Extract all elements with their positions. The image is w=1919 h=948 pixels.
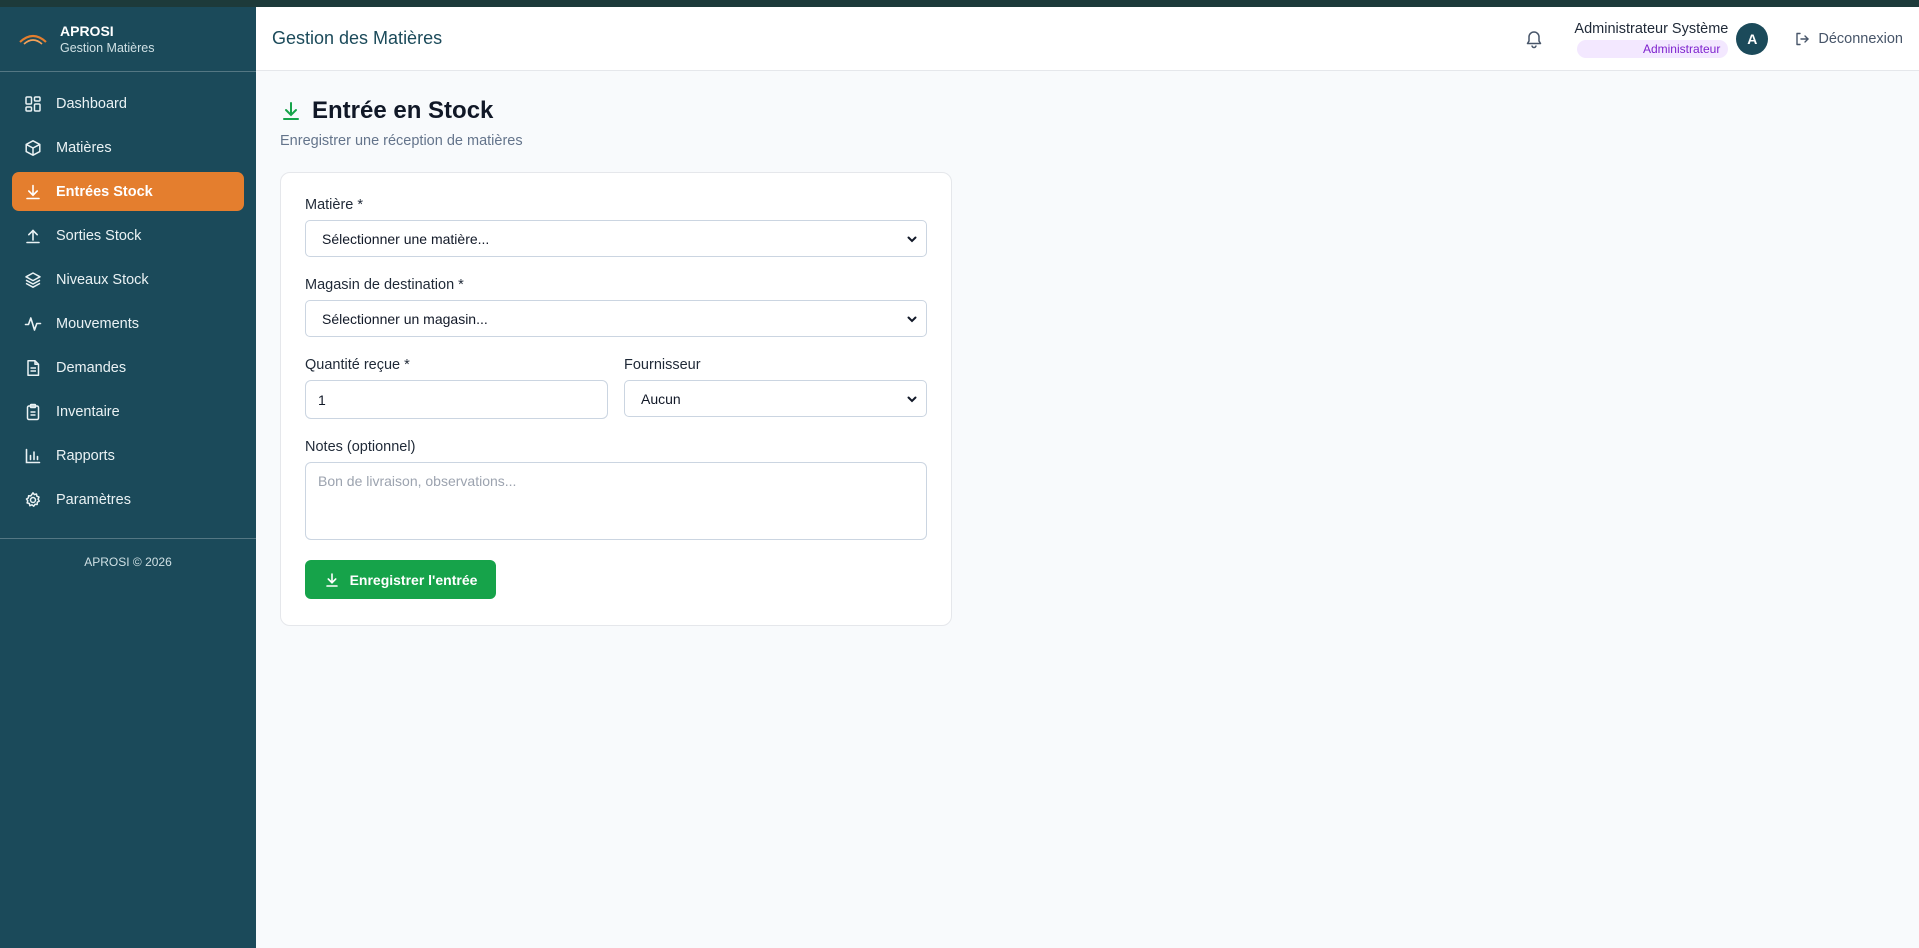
store-select-value: Sélectionner un magasin... bbox=[322, 310, 488, 327]
sidebar-item-inventaire[interactable]: Inventaire bbox=[12, 392, 244, 431]
download-icon bbox=[26, 184, 40, 199]
sidebar-item-rapports[interactable]: Rapports bbox=[12, 436, 244, 475]
box-icon bbox=[25, 139, 41, 156]
supplier-label: Fournisseur bbox=[624, 357, 701, 373]
logout-button[interactable]: Déconnexion bbox=[1794, 31, 1903, 47]
quantity-label: Quantité reçue * bbox=[305, 357, 410, 373]
sidebar-item-sorties-stock[interactable]: Sorties Stock bbox=[12, 216, 244, 255]
user-info: Administrateur Système Administrateur bbox=[1574, 20, 1729, 58]
store-label: Magasin de destination * bbox=[305, 277, 464, 293]
chevron-down-icon bbox=[907, 396, 917, 402]
grid-icon bbox=[25, 95, 41, 112]
brand-name: APROSI bbox=[60, 23, 114, 39]
sidebar-nav: Dashboard Matières Entrées Stock Sorties… bbox=[0, 72, 256, 519]
material-select-value: Sélectionner une matière... bbox=[322, 230, 490, 247]
quantity-supplier-row: Quantité reçue * 1 Fournisseur Aucun bbox=[305, 357, 927, 439]
page-heading: Entrée en Stock bbox=[280, 97, 1895, 125]
layers-icon bbox=[25, 271, 41, 288]
role-badge: Administrateur bbox=[1576, 39, 1729, 58]
chevron-down-icon bbox=[907, 316, 917, 322]
sidebar-item-dashboard[interactable]: Dashboard bbox=[12, 84, 244, 123]
page-title: Entrée en Stock bbox=[312, 97, 494, 124]
sidebar: APROSI Gestion Matières Dashboard Matièr… bbox=[0, 0, 256, 948]
quantity-input[interactable]: 1 bbox=[305, 380, 608, 419]
sidebar-item-label: Dashboard bbox=[56, 95, 127, 112]
store-field: Magasin de destination * Sélectionner un… bbox=[305, 277, 927, 337]
sidebar-item-matieres[interactable]: Matières bbox=[12, 128, 244, 167]
top-strip bbox=[0, 0, 1919, 7]
material-select[interactable]: Sélectionner une matière... bbox=[305, 220, 927, 257]
bell-icon[interactable] bbox=[1524, 29, 1544, 49]
brand: APROSI Gestion Matières bbox=[0, 0, 256, 72]
document-icon bbox=[27, 359, 40, 376]
logout-icon bbox=[1796, 32, 1810, 45]
material-field: Matière * Sélectionner une matière... bbox=[305, 197, 927, 257]
chevron-down-icon bbox=[907, 236, 917, 242]
stock-entry-form: Matière * Sélectionner une matière... Ma… bbox=[280, 172, 952, 626]
clipboard-icon bbox=[26, 403, 40, 420]
supplier-select[interactable]: Aucun bbox=[624, 380, 927, 417]
sidebar-item-mouvements[interactable]: Mouvements bbox=[12, 304, 244, 343]
submit-entry-button[interactable]: Enregistrer l'entrée bbox=[305, 560, 496, 599]
material-label: Matière * bbox=[305, 197, 364, 213]
notes-label: Notes (optionnel) bbox=[305, 439, 416, 455]
sidebar-item-demandes[interactable]: Demandes bbox=[12, 348, 244, 387]
sidebar-item-entrees-stock[interactable]: Entrées Stock bbox=[12, 172, 244, 211]
sidebar-item-label: Inventaire bbox=[56, 403, 120, 420]
notes-field: Notes (optionnel) Bon de livraison, obse… bbox=[305, 439, 927, 540]
upload-icon bbox=[26, 228, 40, 243]
sidebar-item-label: Rapports bbox=[56, 447, 115, 464]
store-select[interactable]: Sélectionner un magasin... bbox=[305, 300, 927, 337]
notes-placeholder: Bon de livraison, observations... bbox=[318, 473, 517, 489]
download-icon bbox=[283, 102, 299, 120]
sidebar-item-label: Sorties Stock bbox=[56, 227, 142, 244]
brand-subtitle: Gestion Matières bbox=[60, 41, 155, 55]
sidebar-item-label: Matières bbox=[56, 139, 112, 156]
sidebar-item-label: Entrées Stock bbox=[56, 183, 153, 200]
download-icon bbox=[325, 572, 338, 587]
sidebar-item-label: Demandes bbox=[56, 359, 127, 376]
main-content: Entrée en Stock Enregistrer une réceptio… bbox=[256, 71, 1919, 948]
sidebar-item-parametres[interactable]: Paramètres bbox=[12, 480, 244, 519]
logout-label: Déconnexion bbox=[1818, 30, 1903, 47]
sidebar-item-niveaux-stock[interactable]: Niveaux Stock bbox=[12, 260, 244, 299]
notes-textarea[interactable]: Bon de livraison, observations... bbox=[305, 462, 927, 540]
quantity-value: 1 bbox=[318, 391, 326, 408]
sidebar-footer: APROSI © 2026 bbox=[84, 555, 172, 569]
avatar[interactable]: A bbox=[1736, 22, 1769, 55]
submit-label: Enregistrer l'entrée bbox=[349, 571, 478, 588]
gear-icon bbox=[25, 491, 41, 507]
user-name: Administrateur Système bbox=[1574, 20, 1729, 37]
bar-chart-icon bbox=[25, 448, 41, 463]
supplier-field: Fournisseur Aucun bbox=[624, 357, 927, 419]
quantity-field: Quantité reçue * 1 bbox=[305, 357, 608, 419]
supplier-select-value: Aucun bbox=[641, 390, 681, 407]
activity-icon bbox=[24, 316, 42, 331]
sidebar-item-label: Paramètres bbox=[56, 491, 131, 508]
aprosi-logo-icon bbox=[19, 34, 47, 45]
page-subtitle: Enregistrer une réception de matières bbox=[280, 133, 523, 149]
sidebar-item-label: Niveaux Stock bbox=[56, 271, 149, 288]
sidebar-item-label: Mouvements bbox=[56, 315, 140, 332]
header-title: Gestion des Matières bbox=[272, 28, 443, 48]
top-header: Gestion des Matières Administrateur Syst… bbox=[256, 7, 1919, 71]
